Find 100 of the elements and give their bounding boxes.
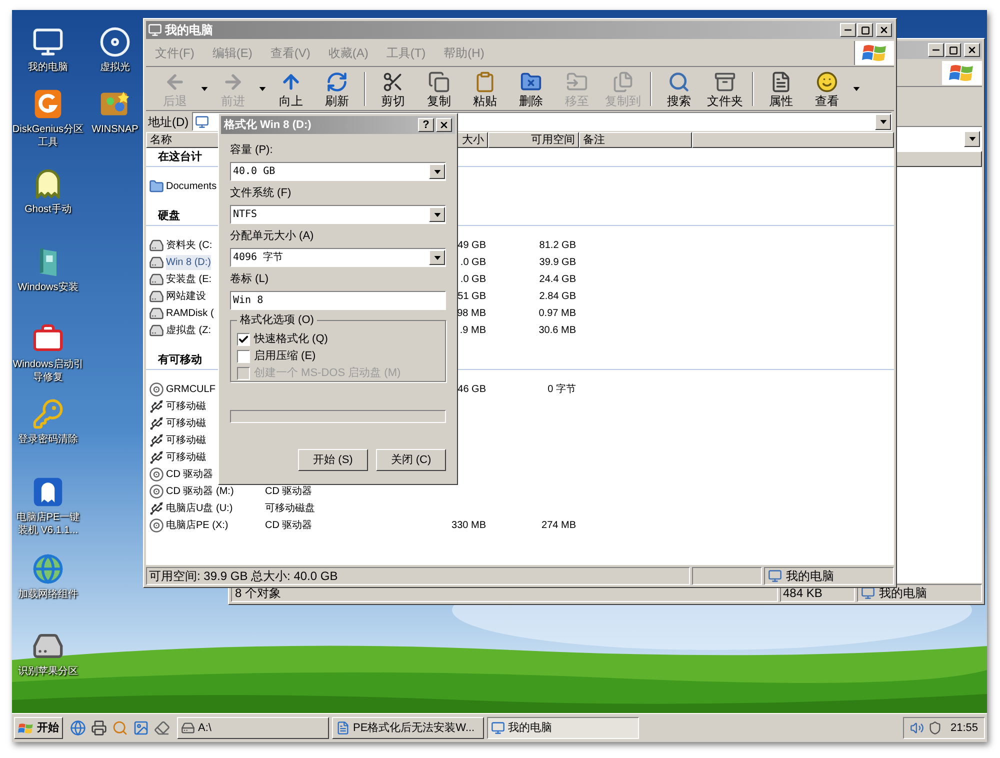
drive-name[interactable]: Documents	[166, 179, 217, 194]
shield-icon[interactable]	[928, 721, 942, 735]
drive-name[interactable]: CD 驱动器	[166, 467, 214, 482]
dialog-button[interactable]: 开始 (S)	[298, 449, 368, 471]
close-icon	[879, 25, 889, 35]
close-button[interactable]	[436, 118, 452, 132]
drive-name[interactable]: 虚拟盘 (Z:	[166, 323, 211, 338]
start-flag-icon	[18, 722, 34, 734]
volume-label-field[interactable]: Win 8	[230, 291, 446, 310]
taskbar-task[interactable]: PE格式化后无法安装W...	[332, 717, 484, 739]
desktop-icon-label[interactable]: Ghost手动	[24, 203, 72, 216]
desktop-icon-label[interactable]: Windows安装	[18, 281, 78, 294]
dropdown-button[interactable]	[875, 114, 891, 130]
copy-icon	[428, 70, 450, 92]
close-icon	[967, 45, 977, 55]
free-space: 274 MB	[542, 519, 576, 533]
checkbox[interactable]	[237, 350, 250, 362]
free-space: 2.84 GB	[539, 290, 576, 304]
desktop-icon-label[interactable]: WINSNAP	[92, 123, 138, 136]
taskbar-task[interactable]: A:\	[177, 717, 329, 739]
toolbar-button[interactable]: 粘贴	[462, 68, 508, 108]
checkbox-option[interactable]: 快速格式化 (Q)	[237, 331, 445, 347]
globe-icon	[32, 553, 64, 585]
checkbox[interactable]	[237, 332, 250, 346]
total-size: .0 GB	[460, 273, 486, 287]
free-space: 30.6 MB	[538, 324, 576, 338]
dropdown-button[interactable]	[429, 250, 445, 265]
printer-icon[interactable]	[91, 720, 107, 736]
free-space: 0 字节	[548, 382, 576, 397]
toolbar-button[interactable]: 搜索	[656, 68, 702, 108]
dropdown-button[interactable]	[964, 131, 980, 147]
drive-name[interactable]: 可移动磁	[166, 399, 206, 414]
dropdown-field[interactable]: 40.0 GB	[230, 162, 446, 181]
free-space: 81.2 GB	[539, 239, 576, 253]
drive-name[interactable]: 可移动磁	[166, 433, 206, 448]
drive-type: CD 驱动器	[265, 486, 312, 497]
document-icon	[336, 721, 350, 735]
column-header[interactable]: 可用空间	[488, 132, 579, 148]
close-icon	[439, 120, 449, 130]
drive-name[interactable]: 网站建设	[166, 289, 206, 304]
drive-name[interactable]: 可移动磁	[166, 416, 206, 431]
status-text: 可用空间: 39.9 GB 总大小: 40.0 GB	[146, 567, 690, 585]
search-icon	[668, 70, 690, 92]
drive-name[interactable]: 电脑店PE (X:)	[166, 518, 228, 533]
toolbar-button[interactable]: 文件夹	[702, 68, 748, 108]
field-label: 文件系统 (F)	[230, 186, 292, 201]
clipboard-icon	[474, 70, 496, 92]
dialog-button[interactable]: 关闭 (C)	[376, 449, 446, 471]
drive-name[interactable]: 资料夹 (C:	[166, 238, 212, 253]
dropdown-button[interactable]	[429, 164, 445, 179]
desktop-icon-label[interactable]: DiskGenius分区工具	[12, 123, 84, 149]
checkbox-option[interactable]: 启用压缩 (E)	[237, 348, 445, 364]
minimize-button[interactable]	[840, 23, 856, 37]
drive-name[interactable]: RAMDisk (	[166, 306, 214, 321]
toolbar-button[interactable]: 属性	[758, 68, 804, 108]
taskbar-task[interactable]: 我的电脑	[487, 717, 639, 739]
dropdown-caret-icon	[968, 137, 976, 141]
speaker-icon[interactable]	[910, 721, 924, 735]
drive-name[interactable]: 可移动磁	[166, 450, 206, 465]
dropdown-field[interactable]: NTFS	[230, 205, 446, 224]
image-icon[interactable]	[133, 720, 149, 736]
start-button[interactable]: 开始	[14, 717, 63, 739]
eraser-icon[interactable]	[154, 720, 170, 736]
folder-delete-icon	[520, 70, 542, 92]
ghost-badge-icon	[32, 476, 64, 508]
toolbar-button[interactable]: 查看	[804, 68, 850, 108]
drive-name[interactable]: Win 8 (D:)	[166, 255, 211, 270]
removable-drive-icon	[149, 399, 164, 414]
toolbar-button[interactable]: 复制	[416, 68, 462, 108]
column-header[interactable]: 备注	[579, 132, 692, 148]
dropdown-field[interactable]: 4096 字节	[230, 248, 446, 267]
dropdown-button[interactable]	[429, 207, 445, 222]
properties-icon	[770, 70, 792, 92]
toolbar-button[interactable]: 剪切	[370, 68, 416, 108]
removable-drive-icon	[149, 433, 164, 448]
desktop-icon-label[interactable]: 虚拟光	[100, 61, 130, 74]
total-size: 98 MB	[457, 307, 486, 321]
drive-name[interactable]: CD 驱动器 (M:)	[166, 484, 234, 499]
desktop-icon-label[interactable]: 我的电脑	[28, 61, 68, 74]
close-button[interactable]	[964, 43, 980, 57]
address-label: 地址(D)	[148, 114, 189, 130]
drive-name[interactable]: 安装盘 (E:	[166, 272, 212, 287]
maximize-button[interactable]	[857, 23, 873, 37]
drive-name[interactable]: 电脑店U盘 (U:)	[166, 501, 233, 516]
toolbar-button[interactable]: 删除	[508, 68, 554, 108]
help-button[interactable]: ?	[418, 118, 434, 132]
toolbar-button[interactable]: 刷新	[314, 68, 360, 108]
minimize-button[interactable]	[928, 43, 944, 57]
desktop-icon-label[interactable]: Windows启动引导修复	[12, 358, 84, 384]
cabinet-icon	[714, 70, 736, 92]
check-icon	[238, 334, 249, 344]
drive-name[interactable]: GRMCULF	[166, 382, 216, 397]
cd-drive-icon	[149, 518, 164, 533]
cd-drive-icon	[149, 484, 164, 499]
field-label: 卷标 (L)	[230, 272, 270, 287]
maximize-button[interactable]	[945, 43, 961, 57]
globe-icon[interactable]	[70, 720, 86, 736]
status-cell	[692, 567, 762, 585]
close-button[interactable]	[876, 23, 892, 37]
toolbar-button[interactable]: 向上	[268, 68, 314, 108]
